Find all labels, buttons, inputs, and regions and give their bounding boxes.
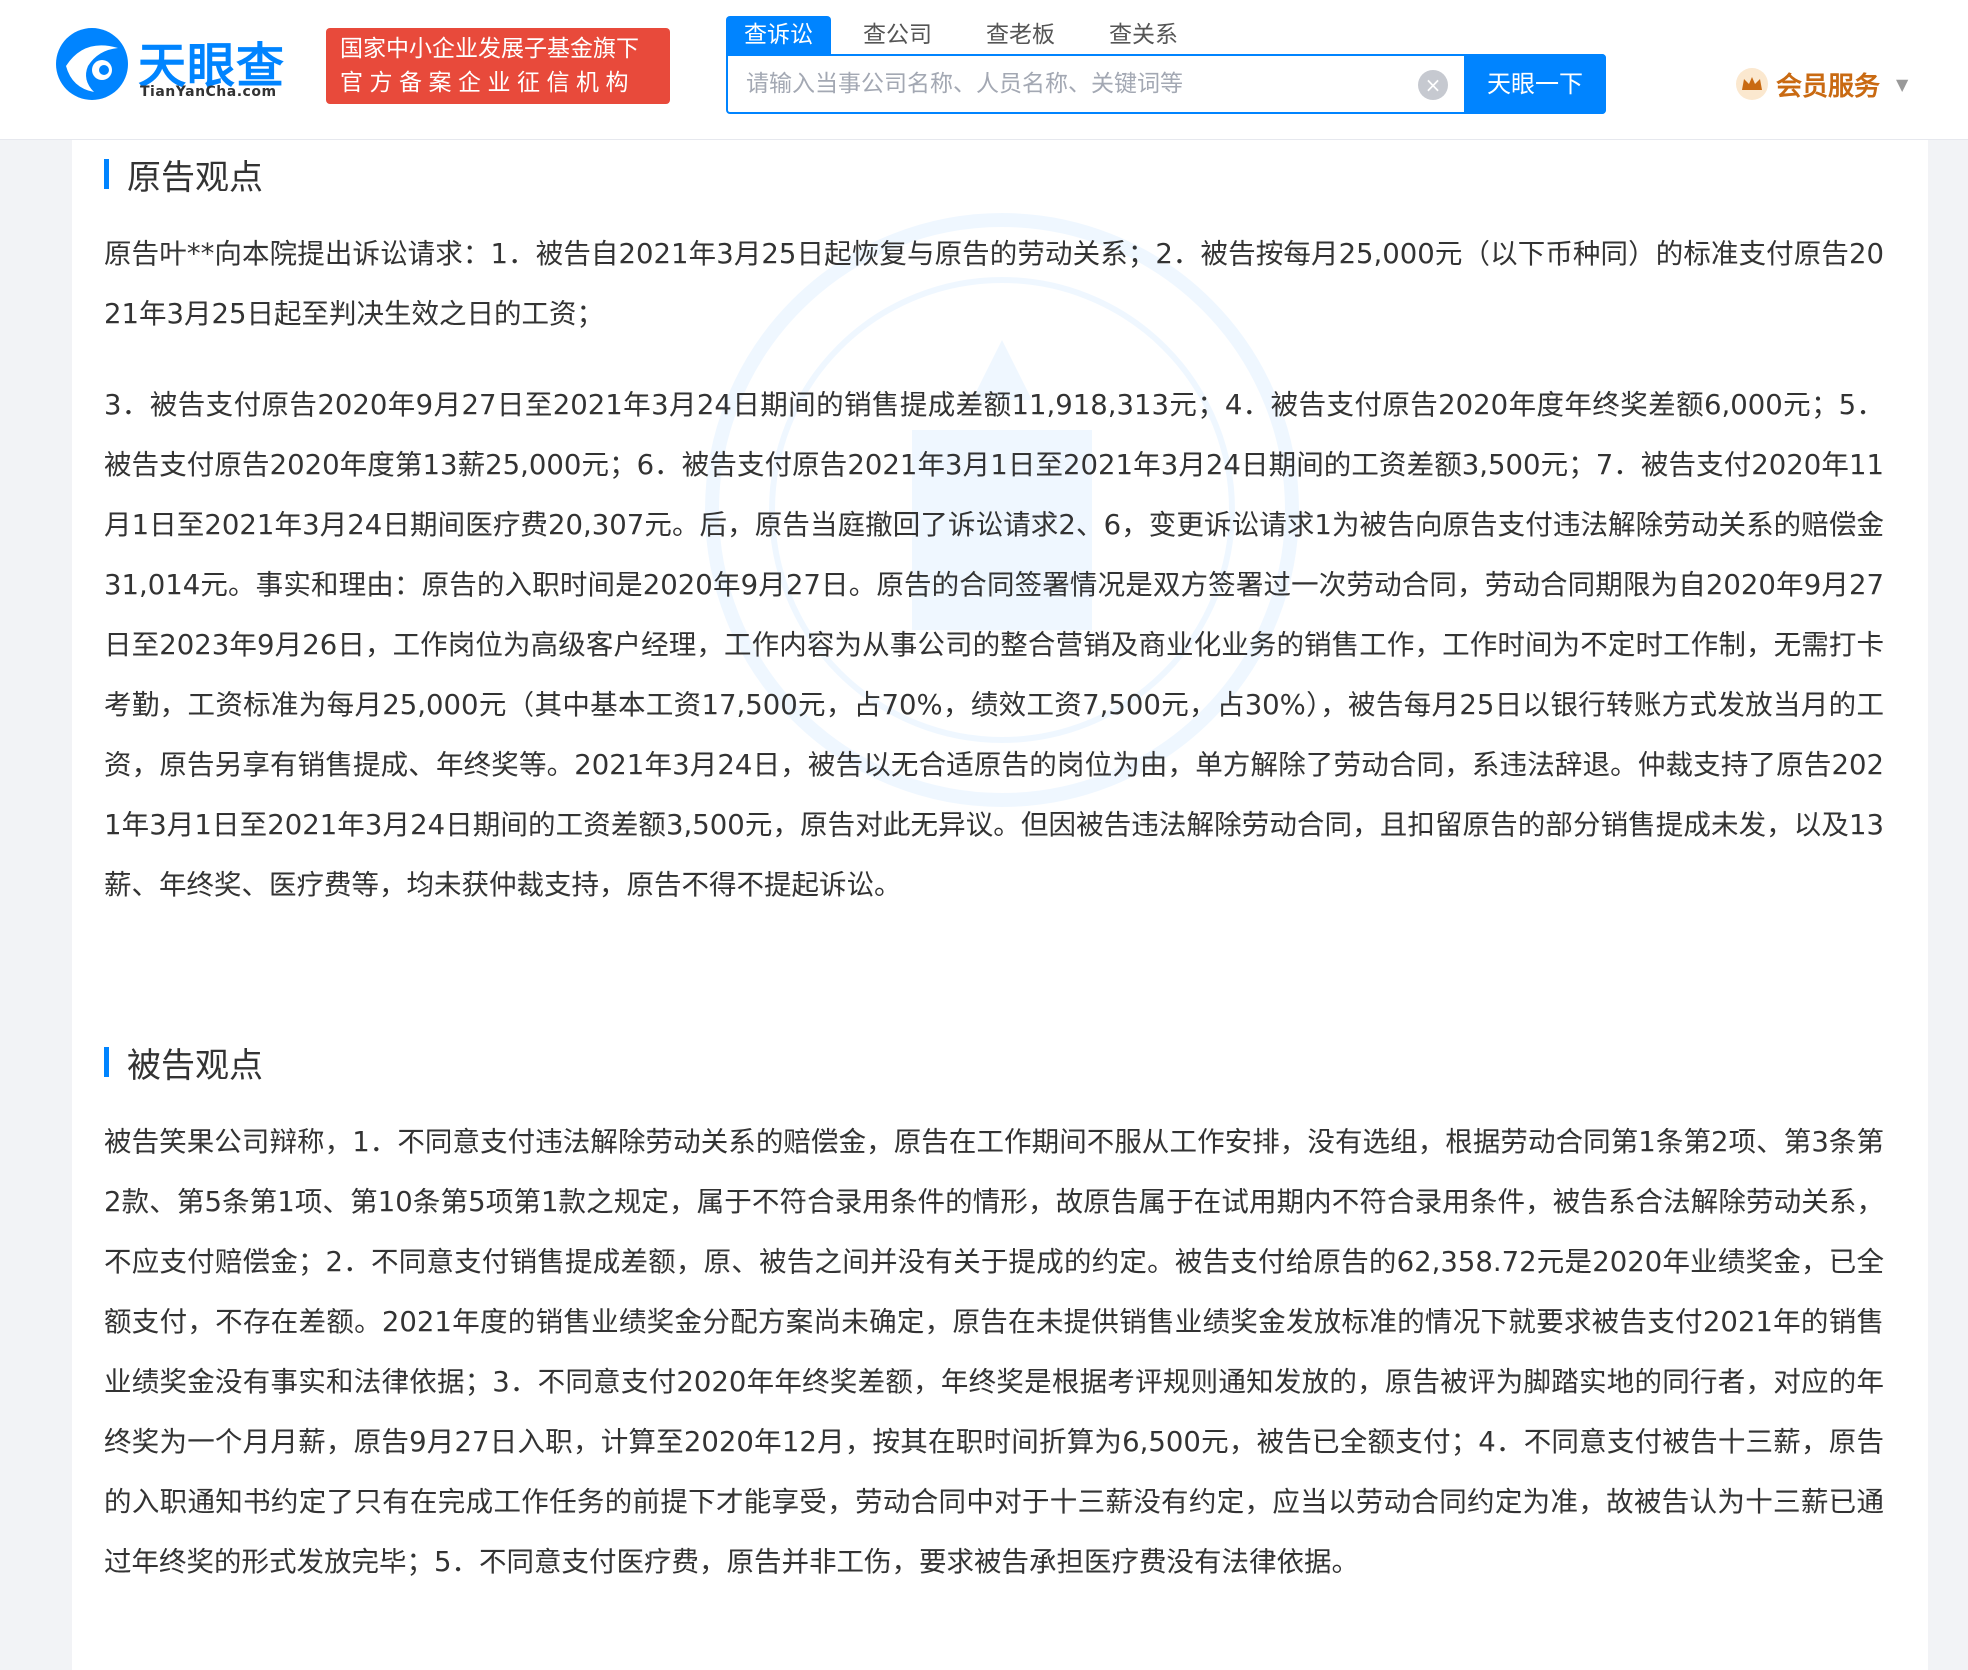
tab-lawsuit[interactable]: 查诉讼 xyxy=(726,16,831,54)
top-header: 天眼查 TianYanCha.com 国家中小企业发展子基金旗下 官方备案企业征… xyxy=(0,0,1968,140)
content-card: 原告观点 原告叶**向本院提出诉讼请求：1．被告自2021年3月25日起恢复与原… xyxy=(72,140,1928,1670)
caret-down-icon: ▼ xyxy=(1896,74,1909,94)
tab-boss[interactable]: 查老板 xyxy=(968,16,1073,54)
section-accent-bar xyxy=(104,1047,109,1077)
search-type-tabs: 查诉讼 查公司 查老板 查关系 xyxy=(726,16,1214,56)
tab-relation[interactable]: 查关系 xyxy=(1091,16,1196,54)
search-box: × 天眼一下 xyxy=(726,54,1606,114)
defendant-paragraph-1: 被告笑果公司辩称，1．不同意支付违法解除劳动关系的赔偿金，原告在工作期间不服从工… xyxy=(104,1126,1884,1578)
section-title: 被告观点 xyxy=(127,1045,263,1086)
vip-service-label: 会员服务 xyxy=(1776,71,1881,102)
site-logo[interactable]: 天眼查 TianYanCha.com xyxy=(54,26,304,106)
section-header: 被告观点 xyxy=(104,1040,1884,1086)
section-title: 原告观点 xyxy=(127,157,263,198)
plaintiff-section: 原告观点 原告叶**向本院提出诉讼请求：1．被告自2021年3月25日起恢复与原… xyxy=(104,152,1884,915)
clear-icon[interactable]: × xyxy=(1418,70,1448,100)
section-accent-bar xyxy=(104,159,109,189)
badge-line-2: 官方备案企业征信机构 xyxy=(340,70,635,96)
tianyancha-logo-icon xyxy=(56,28,128,100)
defendant-section: 被告观点 被告笑果公司辩称，1．不同意支付违法解除劳动关系的赔偿金，原告在工作期… xyxy=(104,1040,1884,1592)
search-input[interactable] xyxy=(728,56,1462,112)
plaintiff-paragraph-2: 3．被告支付原告2020年9月27日至2021年3月24日期间的销售提成差额11… xyxy=(104,389,1884,901)
crown-icon xyxy=(1736,68,1768,100)
certification-badge: 国家中小企业发展子基金旗下 官方备案企业征信机构 xyxy=(326,28,670,104)
plaintiff-paragraph-1: 原告叶**向本院提出诉讼请求：1．被告自2021年3月25日起恢复与原告的劳动关… xyxy=(104,238,1884,330)
badge-line-1: 国家中小企业发展子基金旗下 xyxy=(340,36,639,62)
search-button[interactable]: 天眼一下 xyxy=(1464,54,1606,114)
logo-text-en: TianYanCha.com xyxy=(140,84,277,100)
section-header: 原告观点 xyxy=(104,152,1884,198)
tab-company[interactable]: 查公司 xyxy=(845,16,950,54)
vip-service-menu[interactable]: 会员服务 ▼ xyxy=(1736,64,1908,104)
